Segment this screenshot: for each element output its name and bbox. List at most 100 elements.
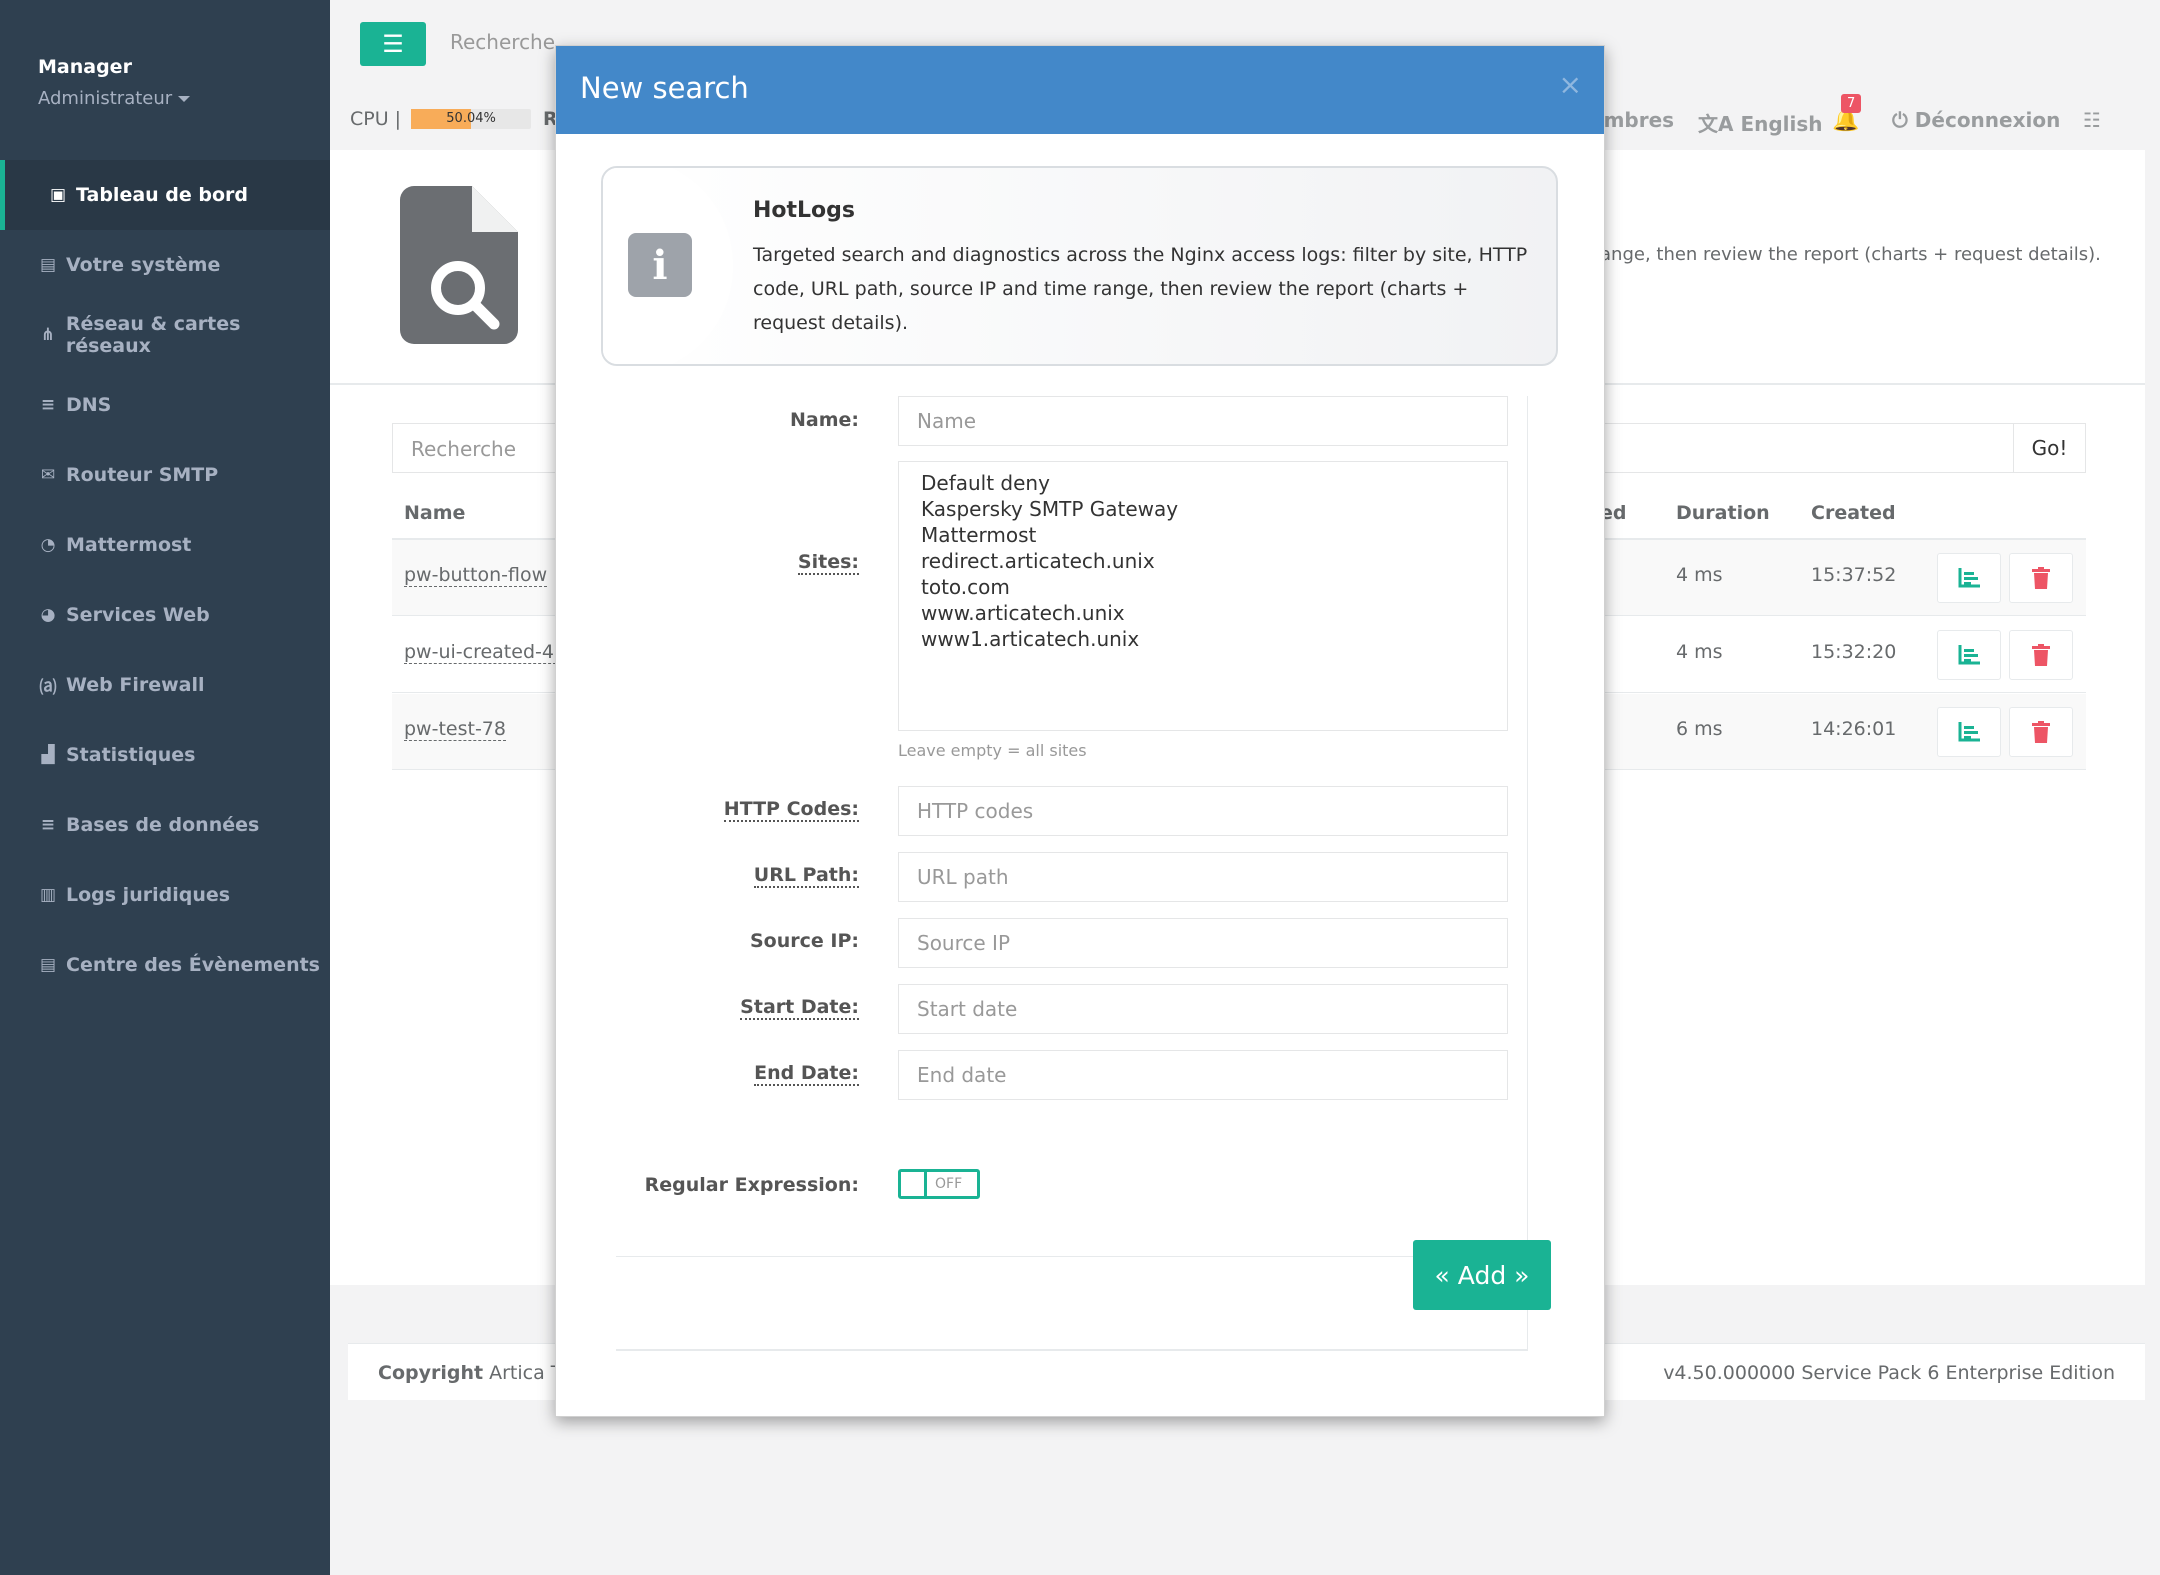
delete-button[interactable]: [2009, 553, 2073, 603]
sidebar-item-routeur-smtp[interactable]: ✉ Routeur SMTP: [0, 440, 330, 510]
envelope-icon: ✉: [40, 465, 56, 485]
report-button[interactable]: [1937, 707, 2001, 757]
search-name-link[interactable]: pw-ui-created-40: [404, 641, 567, 664]
sidebar-item-label: DNS: [66, 394, 112, 416]
modal-title: New search: [580, 71, 749, 105]
info-text: Targeted search and diagnostics across t…: [753, 244, 1528, 334]
site-option[interactable]: Kaspersky SMTP Gateway: [921, 496, 1485, 522]
delete-button[interactable]: [2009, 630, 2073, 680]
tasks-icon[interactable]: ☷: [2083, 108, 2101, 132]
globe-icon: ◕: [40, 605, 56, 625]
hamburger-icon: ☰: [382, 30, 404, 58]
file-text-icon: ▤: [39, 955, 57, 975]
sidebar-item-centre-des-v-nements[interactable]: ▤ Centre des Évènements: [0, 930, 330, 1000]
notification-badge: 7: [1841, 94, 1862, 113]
bar-chart-icon: [1958, 568, 1980, 588]
sidebar-item-bases-de-donn-es[interactable]: ≡ Bases de données: [0, 790, 330, 860]
cpu-progress-bar: 50.04%: [411, 109, 532, 129]
sidebar-item-label: Web Firewall: [66, 674, 205, 696]
sidebar-item-votre-syst-me[interactable]: ▤ Votre système: [0, 230, 330, 300]
column-header-created[interactable]: Created: [1811, 502, 1896, 524]
database-icon: ≡: [40, 815, 56, 835]
report-button[interactable]: [1937, 630, 2001, 680]
file-icon: ▥: [39, 885, 57, 905]
user-role-dropdown[interactable]: Administrateur: [38, 88, 330, 109]
column-header-duration[interactable]: Duration: [1676, 502, 1770, 524]
trash-icon: [2032, 721, 2050, 743]
report-button[interactable]: [1937, 553, 2001, 603]
site-option[interactable]: redirect.articatech.unix: [921, 548, 1485, 574]
language-link[interactable]: 文A English: [1698, 108, 1823, 137]
column-header-name[interactable]: Name: [404, 502, 465, 524]
sidebar-item-label: Tableau de bord: [76, 184, 249, 206]
network-icon: ⋔: [40, 325, 56, 345]
end-date-input[interactable]: End date: [898, 1050, 1508, 1100]
regex-label: Regular Expression:: [644, 1174, 859, 1196]
sites-select[interactable]: Default deny Kaspersky SMTP Gateway Matter…: [898, 461, 1508, 731]
sidebar-item-tableau-de-bord[interactable]: ▣ Tableau de bord: [0, 160, 330, 230]
site-option[interactable]: toto.com: [921, 574, 1485, 600]
delete-button[interactable]: [2009, 707, 2073, 757]
sites-help: Leave empty = all sites: [898, 741, 1087, 760]
duration-cell: 6 ms: [1676, 718, 1723, 740]
sidebar-item-web-firewall[interactable]: ⒜ Web Firewall: [0, 650, 330, 720]
sidebar-item-logs-juridiques[interactable]: ▥ Logs juridiques: [0, 860, 330, 930]
name-label: Name:: [789, 409, 859, 431]
dashboard-icon: ▣: [49, 185, 67, 205]
sidebar-item-label: Centre des Évènements: [66, 954, 320, 976]
site-option[interactable]: www.articatech.unix: [921, 600, 1485, 626]
sidebar-item-label: Logs juridiques: [66, 884, 231, 906]
add-button[interactable]: « Add »: [1413, 1240, 1551, 1310]
mattermost-icon: ◔: [40, 535, 56, 555]
sidebar-item-label: Routeur SMTP: [66, 464, 219, 486]
menu-toggle-button[interactable]: ☰: [360, 22, 426, 66]
search-name-link[interactable]: pw-test-78: [404, 718, 506, 741]
version-text: v4.50.000000 Service Pack 6 Enterprise E…: [1663, 1362, 2115, 1384]
sidebar-item-label: Services Web: [66, 604, 210, 626]
url-path-label: URL Path:: [753, 864, 859, 888]
sidebar-item-label: Statistiques: [66, 744, 196, 766]
user-name: Manager: [38, 56, 132, 78]
duration-cell: 4 ms: [1676, 564, 1723, 586]
sidebar-item-statistiques[interactable]: ▟ Statistiques: [0, 720, 330, 790]
trash-icon: [2032, 644, 2050, 666]
search-form: Name: Name Sites: Default deny Kaspersky …: [616, 396, 1528, 1351]
created-cell: 15:32:20: [1811, 641, 1897, 663]
logout-link[interactable]: ⏻ Déconnexion: [1892, 108, 2060, 132]
file-search-icon: [400, 186, 518, 344]
sidebar: Manager Administrateur ▣ Tableau de bord ▤…: [0, 0, 330, 1575]
form-divider: [616, 1256, 1508, 1257]
sidebar-item-label: Bases de données: [66, 814, 260, 836]
source-ip-label: Source IP:: [750, 930, 859, 952]
close-icon[interactable]: ×: [1559, 68, 1582, 101]
chart-icon: ▟: [41, 745, 55, 765]
sidebar-item-mattermost[interactable]: ◔ Mattermost: [0, 510, 330, 580]
name-input[interactable]: Name: [898, 396, 1508, 446]
caret-down-icon: [178, 96, 191, 102]
site-option[interactable]: Default deny: [921, 470, 1485, 496]
start-date-label: Start Date:: [740, 996, 859, 1020]
source-ip-input[interactable]: Source IP: [898, 918, 1508, 968]
profile: Manager Administrateur: [0, 0, 330, 160]
sidebar-item-services-web[interactable]: ◕ Services Web: [0, 580, 330, 650]
bar-chart-icon: [1958, 645, 1980, 665]
url-path-input[interactable]: URL path: [898, 852, 1508, 902]
cpu-indicator: CPU | 50.04%: [350, 108, 532, 130]
site-option[interactable]: Mattermost: [921, 522, 1485, 548]
new-search-modal: New search × i HotLogs Targeted search a…: [555, 45, 1605, 1417]
sidebar-item-label: Réseau & cartes réseaux: [65, 313, 241, 357]
database-icon: ≡: [40, 395, 56, 415]
sidebar-item-r-seau-cartes-r-seaux[interactable]: ⋔ Réseau & cartes réseaux: [0, 300, 330, 370]
bar-chart-icon: [1958, 722, 1980, 742]
power-icon: ⏻: [1892, 108, 1908, 132]
start-date-input[interactable]: Start date: [898, 984, 1508, 1034]
site-option[interactable]: www1.articatech.unix: [921, 626, 1485, 652]
http-codes-label: HTTP Codes:: [723, 798, 859, 822]
created-cell: 15:37:52: [1811, 564, 1897, 586]
regex-toggle[interactable]: OFF: [898, 1169, 980, 1199]
go-button[interactable]: Go!: [2013, 424, 2085, 472]
top-search-input[interactable]: Recherche: [450, 30, 555, 54]
http-codes-input[interactable]: HTTP codes: [898, 786, 1508, 836]
sidebar-item-dns[interactable]: ≡ DNS: [0, 370, 330, 440]
search-name-link[interactable]: pw-button-flow: [404, 564, 548, 587]
